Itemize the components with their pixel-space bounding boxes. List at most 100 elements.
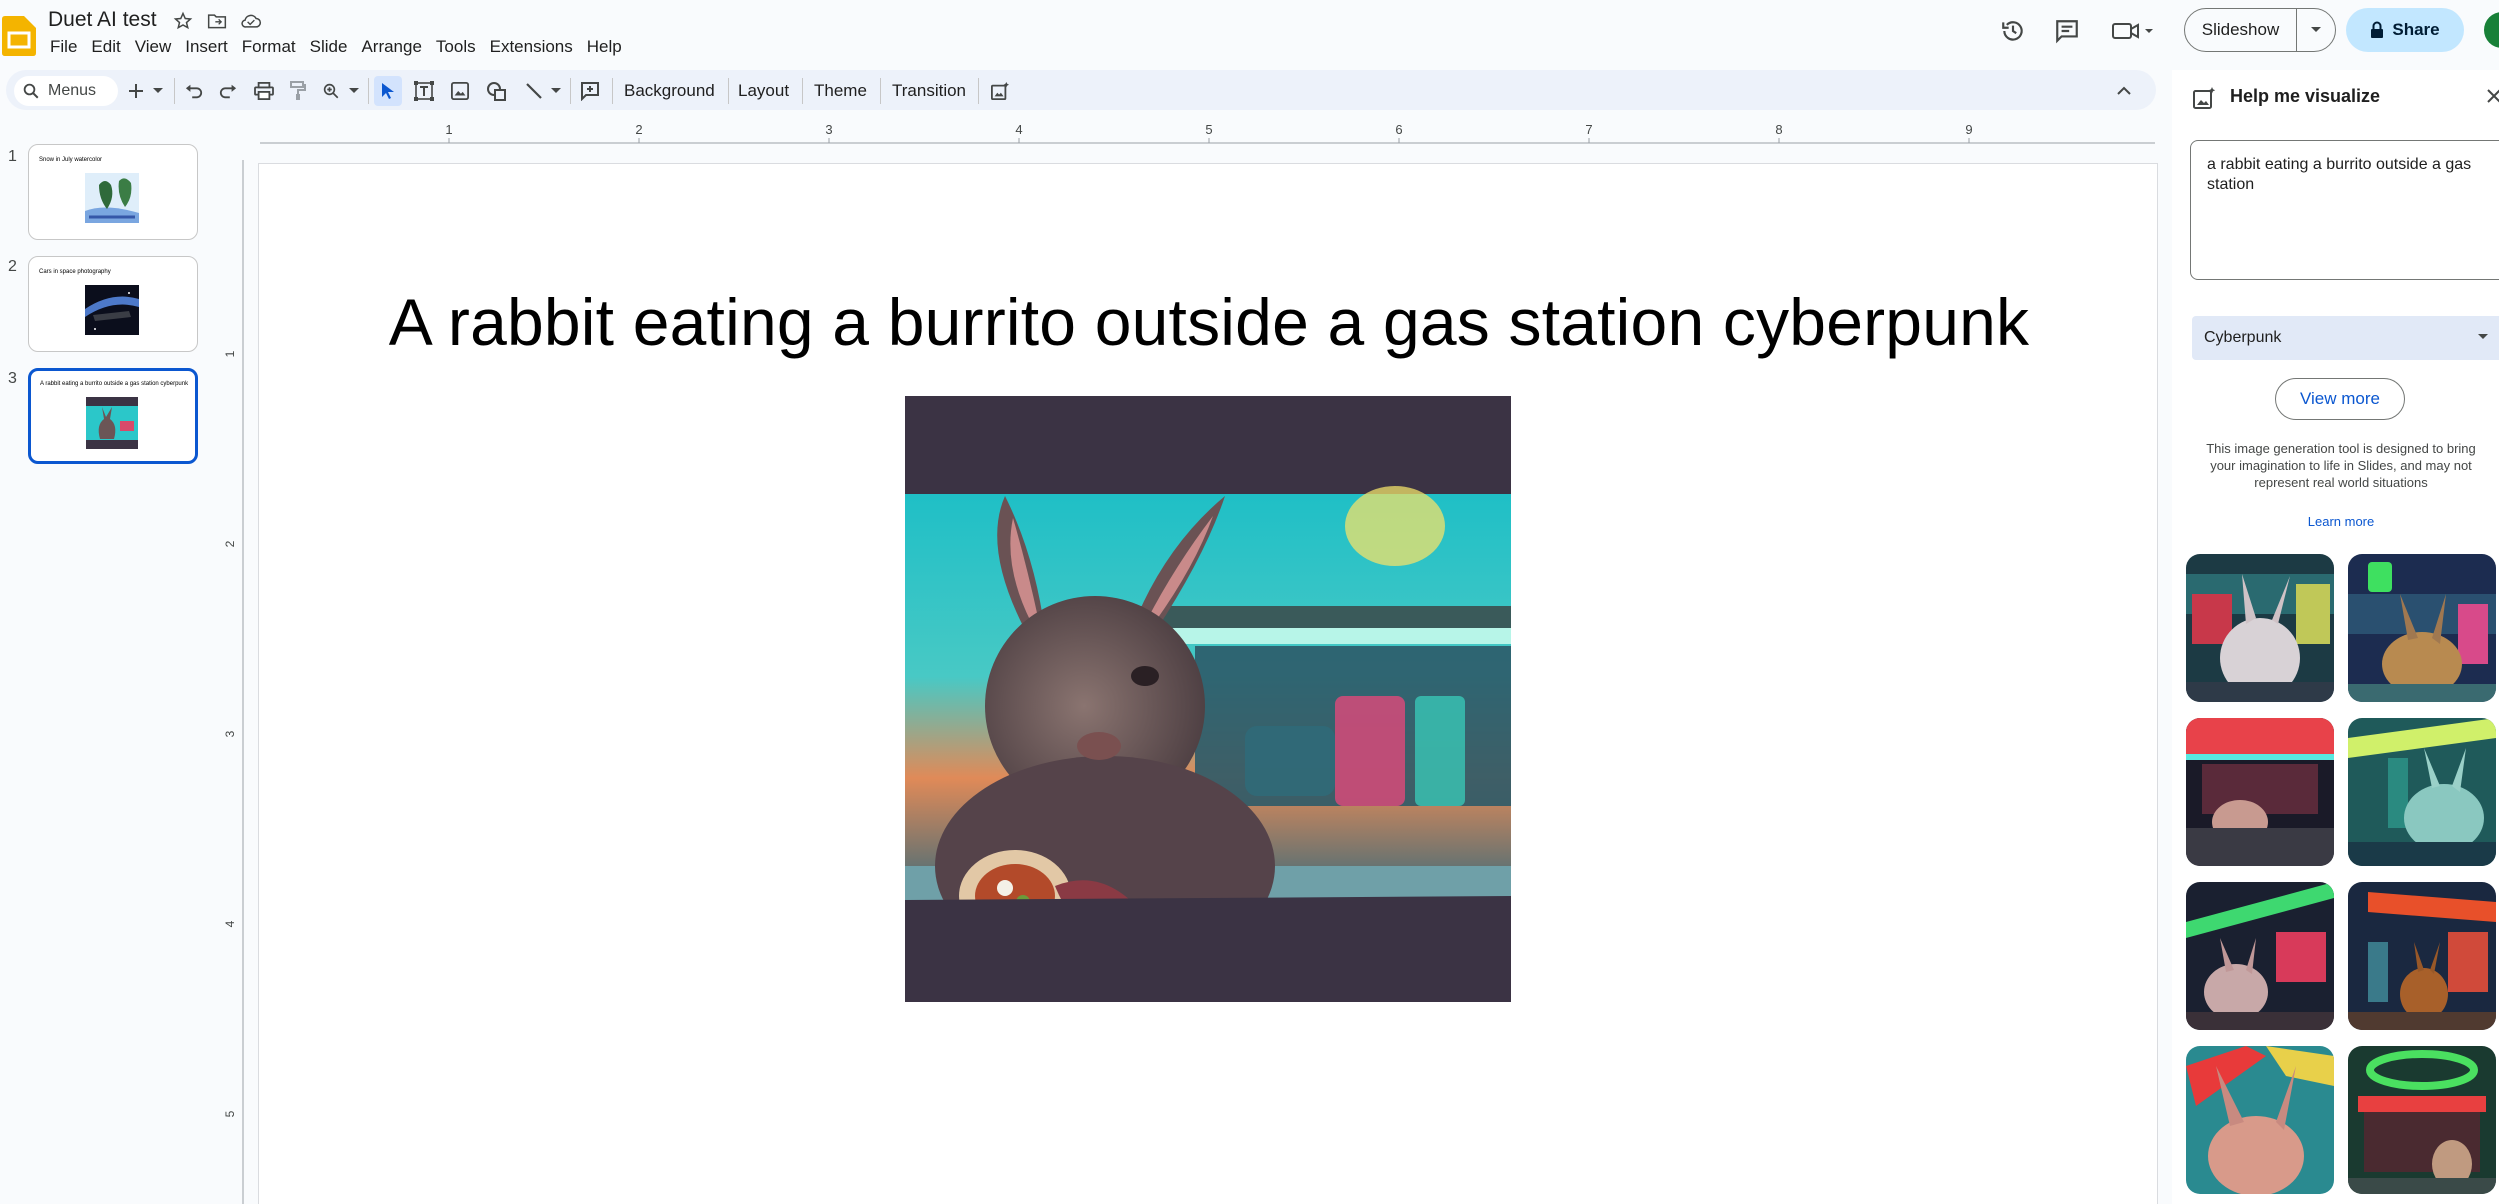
vertical-ruler: 1 2 3 4 5 <box>218 150 244 1204</box>
thumbnail-image <box>85 173 139 223</box>
lock-icon <box>2370 21 2384 39</box>
comments-icon[interactable] <box>2050 14 2084 48</box>
slideshow-dropdown-icon[interactable] <box>2297 26 2335 34</box>
close-icon[interactable] <box>2486 88 2499 110</box>
thumbnail-image <box>85 285 139 335</box>
zoom-dropdown-icon[interactable] <box>346 76 362 106</box>
slideshow-button[interactable]: Slideshow <box>2184 8 2336 52</box>
slide-thumbnail-2[interactable]: Cars in space photography <box>28 256 198 352</box>
thumbnail-image <box>86 397 138 449</box>
undo-icon[interactable] <box>180 76 208 106</box>
menu-edit[interactable]: Edit <box>91 34 131 60</box>
version-history-icon[interactable] <box>1996 14 2030 48</box>
chevron-down-icon <box>2478 334 2488 340</box>
help-me-visualize-icon[interactable] <box>986 76 1014 106</box>
slide-number: 3 <box>8 370 17 387</box>
search-icon <box>22 82 40 100</box>
meet-video-icon[interactable] <box>2108 14 2158 48</box>
cloud-status-icon[interactable] <box>238 8 264 34</box>
theme-button[interactable]: Theme <box>814 76 867 106</box>
menu-tools[interactable]: Tools <box>436 34 487 60</box>
horizontal-ruler: 1 2 3 4 5 6 7 8 9 <box>240 122 2155 144</box>
generated-image-1[interactable] <box>2186 554 2334 702</box>
menu-slide[interactable]: Slide <box>310 34 359 60</box>
generated-image-7[interactable] <box>2186 1046 2334 1194</box>
thumbnail-title: A rabbit eating a burrito outside a gas … <box>40 381 189 387</box>
thumbnail-title: Snow in July watercolor <box>39 157 103 163</box>
generated-image-8[interactable] <box>2348 1046 2496 1194</box>
move-folder-icon[interactable] <box>204 8 230 34</box>
generated-image-2[interactable] <box>2348 554 2496 702</box>
generated-image-4[interactable] <box>2348 718 2496 866</box>
prompt-input[interactable]: a rabbit eating a burrito outside a gas … <box>2190 140 2499 280</box>
redo-icon[interactable] <box>214 76 242 106</box>
menu-help[interactable]: Help <box>587 34 633 60</box>
star-icon[interactable] <box>170 8 196 34</box>
generated-image-5[interactable] <box>2186 882 2334 1030</box>
toolbar-divider <box>978 78 979 104</box>
menus-search[interactable]: Menus <box>14 76 118 106</box>
background-button[interactable]: Background <box>624 76 715 106</box>
toolbar-divider <box>570 78 571 104</box>
account-avatar[interactable] <box>2484 12 2499 48</box>
menu-bar: File Edit View Insert Format Slide Arran… <box>50 34 636 60</box>
line-icon[interactable] <box>520 76 548 106</box>
slide-title[interactable]: A rabbit eating a burrito outside a gas … <box>259 284 2159 360</box>
ruler-tick: 4 <box>1015 122 1022 137</box>
zoom-icon[interactable] <box>318 76 344 106</box>
toolbar-divider <box>612 78 613 104</box>
insert-image-icon[interactable] <box>446 76 474 106</box>
ruler-tick: 9 <box>1965 122 1972 137</box>
add-comment-icon[interactable] <box>576 76 604 106</box>
slide-thumbnail-1[interactable]: Snow in July watercolor <box>28 144 198 240</box>
disclaimer-text: This image generation tool is designed t… <box>2206 441 2476 490</box>
toolbar-divider <box>802 78 803 104</box>
ruler-tick: 5 <box>223 1110 237 1117</box>
layout-button[interactable]: Layout <box>738 76 789 106</box>
learn-more-link[interactable]: Learn more <box>2196 514 2486 529</box>
menu-file[interactable]: File <box>50 34 88 60</box>
shape-icon[interactable] <box>482 76 510 106</box>
ruler-tick: 1 <box>445 122 452 137</box>
style-select-value: Cyberpunk <box>2204 329 2282 346</box>
ruler-tick: 1 <box>223 350 237 357</box>
style-select[interactable]: Cyberpunk <box>2192 316 2499 360</box>
share-button[interactable]: Share <box>2346 8 2464 52</box>
generated-image-3[interactable] <box>2186 718 2334 866</box>
slide-thumbnail-3[interactable]: A rabbit eating a burrito outside a gas … <box>28 368 198 464</box>
ruler-tick: 3 <box>223 730 237 737</box>
generated-image-6[interactable] <box>2348 882 2496 1030</box>
menu-insert[interactable]: Insert <box>185 34 239 60</box>
slide-canvas[interactable]: A rabbit eating a burrito outside a gas … <box>258 163 2158 1204</box>
ruler-tick: 2 <box>635 122 642 137</box>
new-slide-icon[interactable] <box>124 76 148 106</box>
slides-logo[interactable] <box>2 16 36 56</box>
ruler-tick: 4 <box>223 920 237 927</box>
slide-image[interactable] <box>905 396 1511 1002</box>
document-title[interactable]: Duet AI test <box>48 6 157 34</box>
paint-format-icon[interactable] <box>284 76 312 106</box>
panel-title: Help me visualize <box>2230 86 2381 106</box>
transition-button[interactable]: Transition <box>892 76 966 106</box>
ruler-tick: 8 <box>1775 122 1782 137</box>
view-more-button[interactable]: View more <box>2275 378 2405 420</box>
menu-extensions[interactable]: Extensions <box>490 34 584 60</box>
menu-view[interactable]: View <box>135 34 183 60</box>
menu-arrange[interactable]: Arrange <box>361 34 432 60</box>
share-label: Share <box>2392 20 2440 39</box>
slideshow-label[interactable]: Slideshow <box>2185 9 2297 51</box>
slide-number: 2 <box>8 258 17 275</box>
menu-format[interactable]: Format <box>242 34 307 60</box>
collapse-toolbar-icon[interactable] <box>2110 76 2138 106</box>
text-box-icon[interactable] <box>410 76 438 106</box>
ruler-tick: 7 <box>1585 122 1592 137</box>
slide-number: 1 <box>8 148 17 165</box>
toolbar-divider <box>174 78 175 104</box>
new-slide-dropdown-icon[interactable] <box>150 76 166 106</box>
select-tool-icon[interactable] <box>374 76 402 106</box>
line-dropdown-icon[interactable] <box>548 76 564 106</box>
toolbar-divider <box>368 78 369 104</box>
ruler-tick: 2 <box>223 540 237 547</box>
print-icon[interactable] <box>250 76 278 106</box>
toolbar-divider <box>880 78 881 104</box>
